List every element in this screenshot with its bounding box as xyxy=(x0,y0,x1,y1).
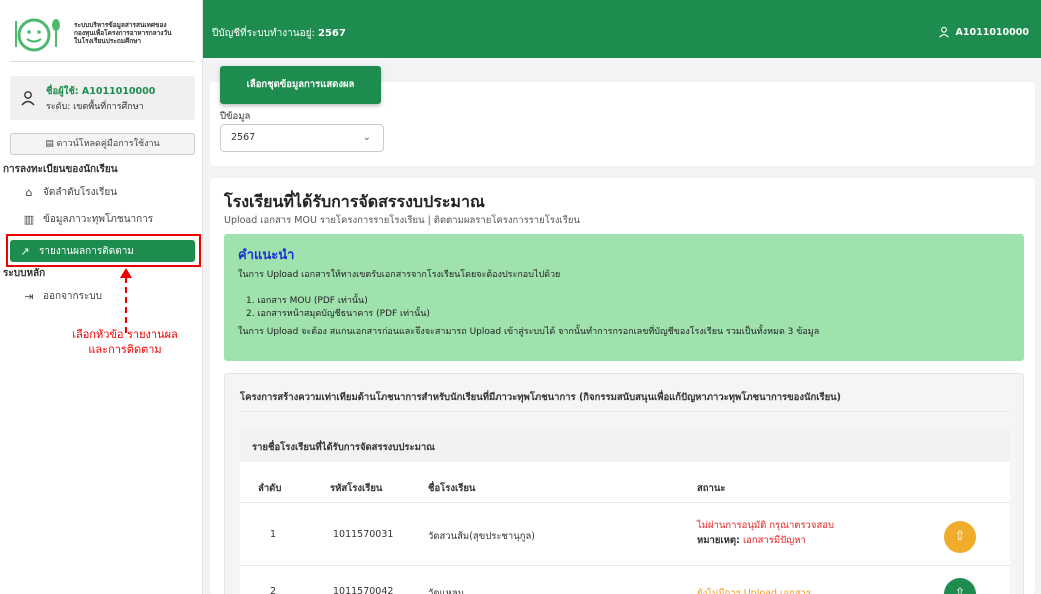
annotation-highlight-box xyxy=(6,234,201,267)
column-header-status: สถานะ xyxy=(697,483,726,494)
fiscal-year-prefix: ปีบัญชีที่ระบบทำงานอยู่: xyxy=(212,28,315,39)
annotation-dashed-line xyxy=(125,277,127,333)
logo-line-1: ระบบบริหารข้อมูลสารสนเทศของ xyxy=(74,20,167,29)
divider xyxy=(240,411,1010,412)
user-menu[interactable]: A1011010000 xyxy=(938,26,1029,38)
fiscal-year-value: 2567 xyxy=(318,28,346,39)
annotation-line-2: และการติดตาม xyxy=(88,343,162,356)
row-1-no: 1 xyxy=(270,529,277,540)
top-header: ปีบัญชีที่ระบบทำงานอยู่: 2567 A101101000… xyxy=(203,0,1041,58)
year-select[interactable]: 2567 ⌄ xyxy=(220,124,384,152)
upload-icon: ⇧ xyxy=(954,529,966,544)
divider xyxy=(240,502,1010,503)
bar-chart-icon: ▥ xyxy=(23,212,35,226)
user-level: ระดับ: เขตพื้นที่การศึกษา xyxy=(46,101,144,112)
row-1-remark: เอกสารมีปัญหา xyxy=(742,535,806,546)
instruction-intro: ในการ Upload เอกสารให้ทางเขตรับเอกสารจาก… xyxy=(238,270,561,280)
divider xyxy=(240,565,1010,566)
app-logo[interactable]: ระบบบริหารข้อมูลสารสนเทศของ กองทุนเพื่อโ… xyxy=(10,12,195,62)
project-title: โครงการสร้างความเท่าเทียมด้านโภชนาการสำห… xyxy=(240,392,841,403)
logo-line-3: ในโรงเรียนประถมศึกษา xyxy=(74,36,142,45)
instruction-item-2: 2. เอกสารหน้าสมุดบัญชีธนาคาร (PDF เท่านั… xyxy=(246,309,430,319)
document-icon: ▤ xyxy=(45,139,54,149)
sidebar: ระบบบริหารข้อมูลสารสนเทศของ กองทุนเพื่อโ… xyxy=(0,0,203,594)
sidebar-item-malnutrition-data[interactable]: ▥ ข้อมูลภาวะทุพโภชนาการ xyxy=(14,208,194,230)
fiscal-year-indicator: ปีบัญชีที่ระบบทำงานอยู่: 2567 xyxy=(212,26,346,41)
column-header-code: รหัสโรงเรียน xyxy=(330,483,383,494)
building-icon: ⌂ xyxy=(25,185,33,199)
upload-icon: ⇧ xyxy=(954,586,966,594)
sidebar-item-rank-schools[interactable]: ⌂ จัดลำดับโรงเรียน xyxy=(14,181,194,203)
header-username: A1011010000 xyxy=(955,26,1029,38)
download-manual-button[interactable]: ▤ ดาวน์โหลดคู่มือการใช้งาน xyxy=(10,133,195,155)
logo-icon xyxy=(10,13,66,53)
section-title-registration: การลงทะเบียนของนักเรียน xyxy=(3,164,118,175)
sidebar-item-label: จัดลำดับโรงเรียน xyxy=(43,186,118,198)
user-icon xyxy=(938,26,949,38)
download-manual-label: ดาวน์โหลดคู่มือการใช้งาน xyxy=(56,139,160,149)
section-title-main-system: ระบบหลัก xyxy=(3,268,46,279)
row-1-name: วัดสวนส้ม(สุขประชานุกูล) xyxy=(428,531,535,542)
year-field-label: ปีข้อมูล xyxy=(220,111,251,122)
logout-icon: ⇥ xyxy=(24,289,34,303)
row-2-name: วัดแหลม xyxy=(428,588,464,594)
year-select-value: 2567 xyxy=(231,132,256,143)
row-1-upload-button[interactable]: ⇧ xyxy=(944,521,976,553)
sidebar-item-label: ข้อมูลภาวะทุพโภชนาการ xyxy=(43,213,154,225)
instruction-title: คำแนะนำ xyxy=(238,248,295,263)
row-2-no: 2 xyxy=(270,586,277,594)
row-2-code: 1011570042 xyxy=(333,586,394,594)
logo-line-2: กองทุนเพื่อโครงการอาหารกลางวัน xyxy=(74,28,172,37)
row-1-status: ไม่ผ่านการอนุมัติ กรุณาตรวจสอบ หมายเหตุ:… xyxy=(697,518,834,548)
user-name: ชื่อผู้ใช้: A1011010000 xyxy=(46,85,156,97)
row-1-code: 1011570031 xyxy=(333,529,394,540)
column-header-name: ชื่อโรงเรียน xyxy=(428,483,476,494)
sidebar-item-label: ออกจากระบบ xyxy=(43,290,103,302)
row-1-remark-label: หมายเหตุ: xyxy=(697,535,740,546)
page-subtitle: Upload เอกสาร MOU รายโครงการรายโรงเรียน … xyxy=(224,215,580,226)
select-dataset-button[interactable]: เลือกชุดข้อมูลการแสดงผล xyxy=(220,66,381,104)
row-1-status-text: ไม่ผ่านการอนุมัติ กรุณาตรวจสอบ xyxy=(697,520,834,531)
user-icon xyxy=(21,91,35,106)
chevron-down-icon: ⌄ xyxy=(362,132,371,143)
annotation-line-1: เลือกหัวข้อ รายงานผล xyxy=(72,328,178,341)
column-header-no: ลำดับ xyxy=(258,483,282,494)
school-list-title: รายชื่อโรงเรียนที่ได้รับการจัดสรรงบประมา… xyxy=(252,442,435,453)
sidebar-item-logout[interactable]: ⇥ ออกจากระบบ xyxy=(14,285,194,307)
annotation-text: เลือกหัวข้อ รายงานผล และการติดตาม xyxy=(50,327,200,357)
instruction-footer: ในการ Upload จะต้อง สแกนเอกสารก่อนและจึง… xyxy=(238,327,820,337)
instruction-item-1: 1. เอกสาร MOU (PDF เท่านั้น) xyxy=(246,296,368,306)
row-2-status: ยังไม่มีการ Upload เอกสาร xyxy=(697,588,811,594)
page-title: โรงเรียนที่ได้รับการจัดสรรงบประมาณ xyxy=(224,192,485,211)
user-info: ชื่อผู้ใช้: A1011010000 ระดับ: เขตพื้นที… xyxy=(10,76,195,120)
